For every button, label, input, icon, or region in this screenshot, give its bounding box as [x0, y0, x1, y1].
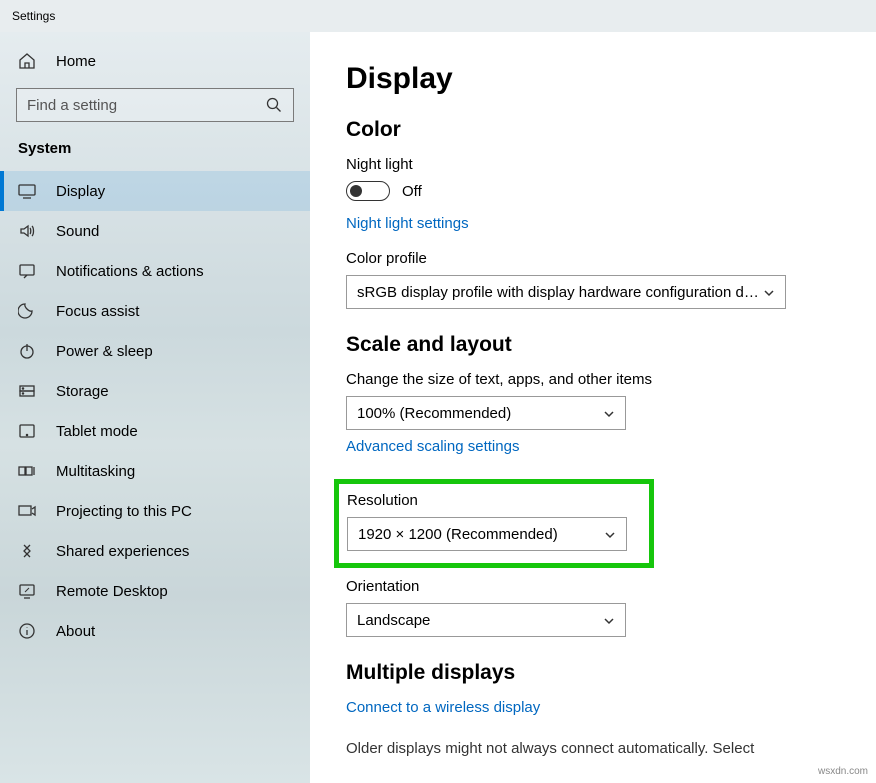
- window-title: Settings: [12, 9, 55, 23]
- color-profile-dropdown[interactable]: sRGB display profile with display hardwa…: [346, 275, 786, 309]
- night-light-label: Night light: [346, 156, 840, 173]
- sidebar-home[interactable]: Home: [0, 42, 310, 80]
- sidebar-item-label: Display: [56, 183, 105, 200]
- sidebar-item-remote[interactable]: Remote Desktop: [0, 571, 310, 611]
- sidebar-item-label: About: [56, 623, 95, 640]
- shared-icon: [18, 542, 36, 560]
- watermark: wsxdn.com: [818, 766, 868, 777]
- night-light-settings-link[interactable]: Night light settings: [346, 215, 469, 232]
- section-heading: System: [0, 140, 310, 171]
- sidebar-item-label: Notifications & actions: [56, 263, 204, 280]
- notifications-icon: [18, 262, 36, 280]
- older-displays-note: Older displays might not always connect …: [346, 738, 816, 759]
- sound-icon: [18, 222, 36, 240]
- sidebar-item-about[interactable]: About: [0, 611, 310, 651]
- sidebar: Home System Display Sound Notifications: [0, 32, 310, 783]
- wireless-display-link[interactable]: Connect to a wireless display: [346, 699, 540, 716]
- sidebar-item-power[interactable]: Power & sleep: [0, 331, 310, 371]
- search-input[interactable]: [27, 97, 265, 114]
- sidebar-item-label: Storage: [56, 383, 109, 400]
- multitasking-icon: [18, 462, 36, 480]
- sidebar-item-projecting[interactable]: Projecting to this PC: [0, 491, 310, 531]
- sidebar-item-label: Shared experiences: [56, 543, 189, 560]
- sidebar-item-label: Tablet mode: [56, 423, 138, 440]
- color-profile-label: Color profile: [346, 250, 840, 267]
- advanced-scaling-link[interactable]: Advanced scaling settings: [346, 438, 519, 455]
- orientation-value: Landscape: [357, 612, 430, 629]
- page-title: Display: [346, 62, 840, 96]
- night-light-toggle[interactable]: [346, 181, 390, 201]
- sidebar-item-label: Sound: [56, 223, 99, 240]
- sidebar-item-storage[interactable]: Storage: [0, 371, 310, 411]
- search-icon: [265, 96, 283, 114]
- orientation-label: Orientation: [346, 578, 840, 595]
- sidebar-item-display[interactable]: Display: [0, 171, 310, 211]
- sidebar-item-notifications[interactable]: Notifications & actions: [0, 251, 310, 291]
- titlebar: Settings: [0, 0, 876, 32]
- resolution-dropdown[interactable]: 1920 × 1200 (Recommended): [347, 517, 627, 551]
- resolution-value: 1920 × 1200 (Recommended): [358, 526, 558, 543]
- about-icon: [18, 622, 36, 640]
- section-scale: Scale and layout: [346, 333, 840, 357]
- chevron-down-icon: [603, 407, 615, 419]
- focus-icon: [18, 302, 36, 320]
- home-icon: [18, 52, 36, 70]
- text-size-dropdown[interactable]: 100% (Recommended): [346, 396, 626, 430]
- home-label: Home: [56, 53, 96, 70]
- chevron-down-icon: [603, 614, 615, 626]
- power-icon: [18, 342, 36, 360]
- color-profile-value: sRGB display profile with display hardwa…: [357, 284, 759, 301]
- text-size-value: 100% (Recommended): [357, 405, 511, 422]
- section-color: Color: [346, 118, 840, 142]
- chevron-down-icon: [763, 286, 775, 298]
- display-icon: [18, 182, 36, 200]
- night-light-status: Off: [402, 183, 422, 200]
- resolution-highlight: Resolution 1920 × 1200 (Recommended): [334, 479, 654, 568]
- tablet-icon: [18, 422, 36, 440]
- sidebar-item-shared[interactable]: Shared experiences: [0, 531, 310, 571]
- sidebar-item-label: Power & sleep: [56, 343, 153, 360]
- text-size-label: Change the size of text, apps, and other…: [346, 371, 840, 388]
- sidebar-item-sound[interactable]: Sound: [0, 211, 310, 251]
- sidebar-item-tablet[interactable]: Tablet mode: [0, 411, 310, 451]
- resolution-label: Resolution: [347, 492, 637, 509]
- orientation-dropdown[interactable]: Landscape: [346, 603, 626, 637]
- sidebar-item-label: Focus assist: [56, 303, 139, 320]
- sidebar-item-multitasking[interactable]: Multitasking: [0, 451, 310, 491]
- chevron-down-icon: [604, 528, 616, 540]
- sidebar-item-label: Multitasking: [56, 463, 135, 480]
- search-box[interactable]: [16, 88, 294, 122]
- sidebar-item-label: Projecting to this PC: [56, 503, 192, 520]
- content: Display Color Night light Off Night ligh…: [310, 32, 876, 783]
- section-multiple: Multiple displays: [346, 661, 840, 685]
- remote-icon: [18, 582, 36, 600]
- sidebar-item-focus-assist[interactable]: Focus assist: [0, 291, 310, 331]
- storage-icon: [18, 382, 36, 400]
- projecting-icon: [18, 502, 36, 520]
- sidebar-item-label: Remote Desktop: [56, 583, 168, 600]
